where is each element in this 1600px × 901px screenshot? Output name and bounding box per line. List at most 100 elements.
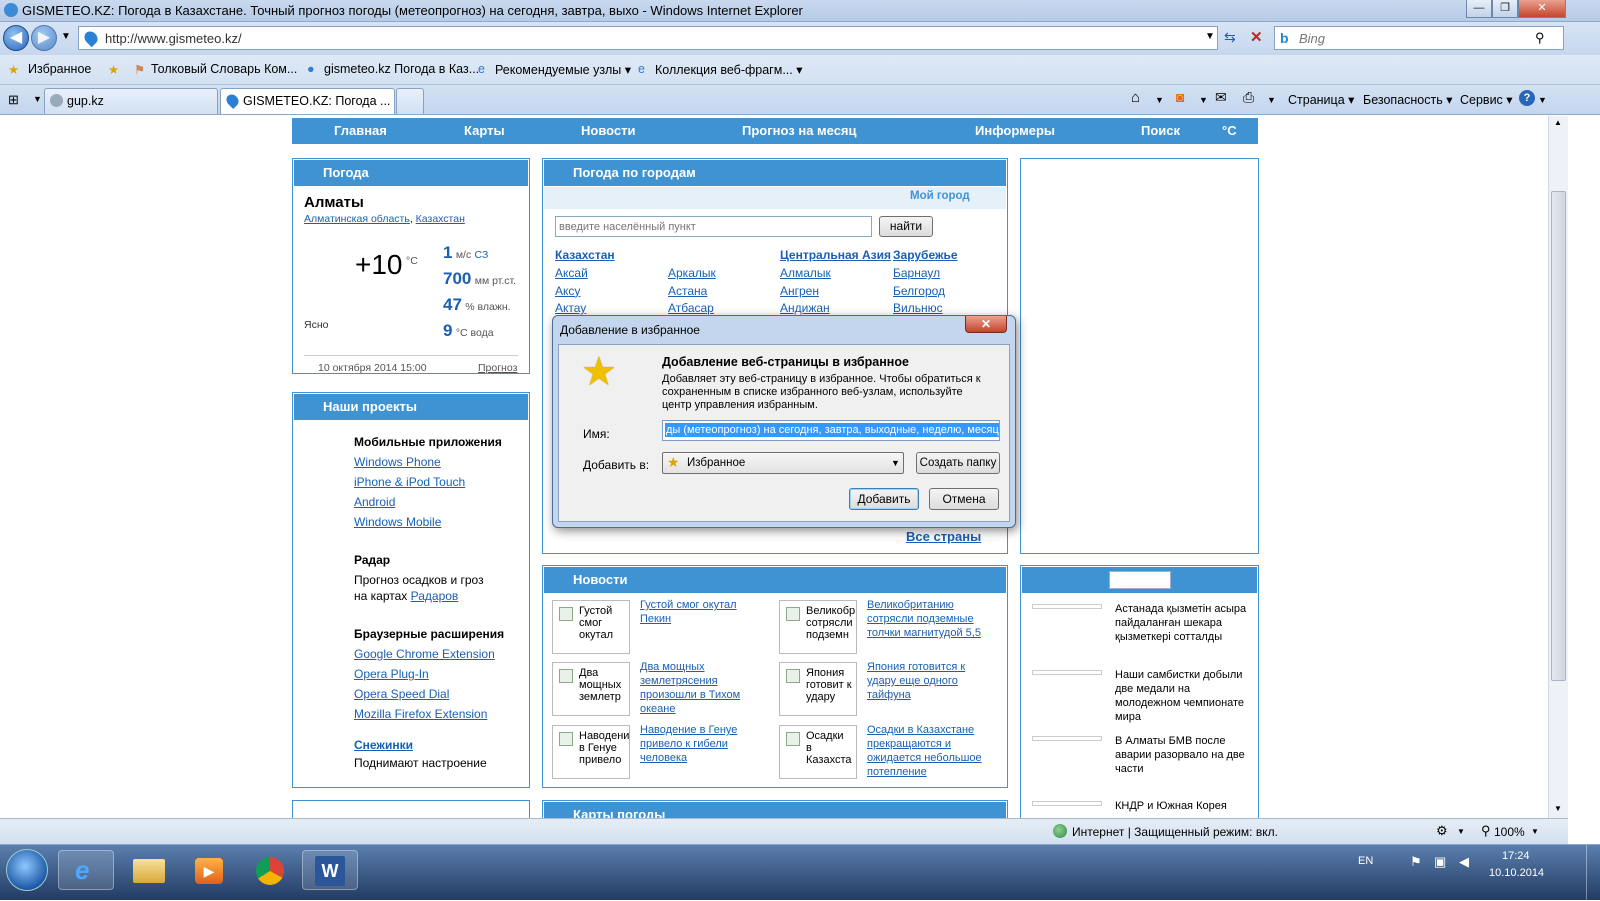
- language-indicator[interactable]: EN: [1358, 855, 1373, 867]
- favorite-link-suggested[interactable]: Рекомендуемые узлы ▾: [495, 62, 631, 77]
- back-button[interactable]: ◀: [3, 25, 29, 51]
- opera-speed-dial-link[interactable]: Opera Speed Dial: [354, 687, 449, 701]
- nav-home[interactable]: Главная: [334, 123, 387, 138]
- my-city-link[interactable]: Мой город: [910, 190, 970, 202]
- forecast-link[interactable]: Прогноз: [478, 362, 517, 374]
- new-folder-button[interactable]: Создать папку: [916, 452, 1000, 474]
- folder-select[interactable]: ★ Избранное ▼: [662, 452, 904, 474]
- city-link[interactable]: Аксу: [555, 283, 588, 301]
- taskbar-chrome-button[interactable]: [241, 850, 297, 890]
- city-link[interactable]: Белгород: [893, 283, 945, 301]
- home-dropdown-icon[interactable]: ▼: [1155, 95, 1164, 105]
- history-dropdown-icon[interactable]: ▼: [61, 31, 71, 42]
- search-icon[interactable]: ⚲: [1535, 30, 1545, 46]
- add-button[interactable]: Добавить: [849, 488, 919, 510]
- print-icon[interactable]: ⎙: [1243, 89, 1254, 106]
- name-input[interactable]: ды (метеопрогноз) на сегодня, завтра, вы…: [662, 420, 1000, 441]
- scrollbar-thumb[interactable]: [1551, 191, 1566, 681]
- forward-button[interactable]: ▶: [31, 25, 57, 51]
- nav-maps[interactable]: Карты: [464, 123, 505, 138]
- address-bar[interactable]: http://www.gismeteo.kz/ ▼: [78, 26, 1218, 50]
- scroll-down-icon[interactable]: ▼: [1554, 804, 1562, 813]
- iphone-link[interactable]: iPhone & iPod Touch: [354, 475, 465, 489]
- close-window-button[interactable]: ✕: [1518, 0, 1566, 18]
- nav-search[interactable]: Поиск: [1141, 123, 1180, 138]
- news-link[interactable]: Наводение в Генуе привело к гибели челов…: [640, 723, 750, 765]
- nav-month-forecast[interactable]: Прогноз на месяц: [742, 123, 857, 138]
- city-search-input[interactable]: [555, 216, 872, 237]
- taskbar-ie-button[interactable]: e: [58, 850, 114, 890]
- favorite-link-webslice[interactable]: Коллекция веб-фрагм... ▾: [655, 62, 803, 77]
- favorites-button[interactable]: Избранное: [28, 62, 91, 76]
- feeds-dropdown-icon[interactable]: ▼: [1199, 95, 1208, 105]
- city-link[interactable]: Аркалык: [668, 265, 716, 283]
- city-link[interactable]: Барнаул: [893, 265, 945, 283]
- nav-news[interactable]: Новости: [581, 123, 636, 138]
- windows-mobile-link[interactable]: Windows Mobile: [354, 515, 441, 529]
- clock-date[interactable]: 10.10.2014: [1489, 867, 1544, 879]
- firefox-extension-link[interactable]: Mozilla Firefox Extension: [354, 707, 487, 721]
- add-favorite-icon[interactable]: ★: [108, 62, 119, 77]
- tab-gismeteo[interactable]: GISMETEO.KZ: Погода ...: [220, 88, 395, 114]
- tab-gup[interactable]: gup.kz: [44, 88, 218, 114]
- news-thumbnail[interactable]: Осадки в Казахста: [779, 725, 857, 779]
- side-news-item[interactable]: В Алматы БМВ после аварии разорвало на д…: [1115, 734, 1253, 776]
- news-thumbnail[interactable]: Густой смог окутал: [552, 600, 630, 654]
- favorite-link-dictionary[interactable]: Толковый Словарь Ком...: [151, 62, 297, 76]
- clock-time[interactable]: 17:24: [1502, 850, 1530, 862]
- show-desktop-button[interactable]: [1586, 845, 1600, 901]
- search-box[interactable]: b Bing ⚲: [1274, 26, 1564, 50]
- address-dropdown-icon[interactable]: ▼: [1205, 31, 1215, 42]
- print-dropdown-icon[interactable]: ▼: [1267, 95, 1276, 105]
- news-link[interactable]: Густой смог окутал Пекин: [640, 598, 750, 626]
- city-link[interactable]: Ангрен: [780, 283, 831, 301]
- nav-units[interactable]: °C: [1222, 123, 1237, 138]
- news-link[interactable]: Япония готовится к удару еще одного тайф…: [867, 660, 977, 702]
- radar-link[interactable]: Радаров: [411, 589, 459, 603]
- kazakhstan-link[interactable]: Казахстан: [555, 248, 615, 262]
- help-dropdown-icon[interactable]: ▼: [1538, 95, 1547, 105]
- side-news-item[interactable]: Астанада қызметін асыра пайдаланған шека…: [1115, 602, 1253, 644]
- nav-informers[interactable]: Информеры: [975, 123, 1055, 138]
- vertical-scrollbar[interactable]: ▲ ▼: [1548, 116, 1568, 818]
- news-link[interactable]: Два мощных землетрясения произошли в Тих…: [640, 660, 750, 716]
- city-link[interactable]: Аксай: [555, 265, 588, 283]
- city-link[interactable]: Алмалык: [780, 265, 831, 283]
- news-thumbnail[interactable]: Великобр сотрясли подземн: [779, 600, 857, 654]
- zoom-level[interactable]: 100%: [1494, 825, 1525, 839]
- windows-phone-link[interactable]: Windows Phone: [354, 455, 441, 469]
- tab-list-dropdown-icon[interactable]: ▼: [33, 94, 42, 104]
- region-link[interactable]: Алматинская область: [304, 213, 410, 225]
- home-icon[interactable]: ⌂: [1131, 89, 1140, 106]
- android-link[interactable]: Android: [354, 495, 395, 509]
- side-news-item[interactable]: КНДР и Южная Корея: [1115, 799, 1253, 813]
- news-thumbnail[interactable]: Япония готовит к удару: [779, 662, 857, 716]
- minimize-button[interactable]: —: [1466, 0, 1492, 18]
- opera-plugin-link[interactable]: Opera Plug-In: [354, 667, 429, 681]
- news-thumbnail[interactable]: Два мощных землетр: [552, 662, 630, 716]
- zone-dropdown-icon[interactable]: ▼: [1457, 827, 1465, 836]
- page-menu[interactable]: Страница ▾: [1288, 92, 1354, 107]
- start-button[interactable]: [6, 849, 48, 891]
- find-button[interactable]: найти: [879, 216, 933, 237]
- central-asia-link[interactable]: Центральная Азия: [780, 248, 891, 262]
- help-icon[interactable]: ?: [1519, 90, 1535, 106]
- mail-icon[interactable]: ✉: [1215, 89, 1227, 106]
- taskbar-media-button[interactable]: ▶: [180, 850, 236, 890]
- protected-mode-icon[interactable]: ⚙: [1436, 823, 1448, 839]
- news-link[interactable]: Осадки в Казахстане прекращаются и ожида…: [867, 723, 987, 779]
- news-link[interactable]: Великобританию сотрясли подземные толчки…: [867, 598, 987, 640]
- dialog-close-button[interactable]: ✕: [965, 316, 1007, 333]
- taskbar-explorer-button[interactable]: [120, 850, 176, 890]
- security-zone-text[interactable]: Интернет | Защищенный режим: вкл.: [1072, 825, 1278, 839]
- scroll-up-icon[interactable]: ▲: [1554, 118, 1562, 127]
- country-link[interactable]: Казахстан: [416, 213, 465, 225]
- flag-icon[interactable]: ⚑: [1410, 854, 1422, 870]
- side-news-item[interactable]: Наши самбистки добыли две медали на моло…: [1115, 668, 1253, 724]
- stop-icon[interactable]: ✕: [1250, 28, 1263, 46]
- security-menu[interactable]: Безопасность ▾: [1363, 92, 1452, 107]
- zoom-icon[interactable]: ⚲: [1481, 823, 1491, 839]
- zoom-dropdown-icon[interactable]: ▼: [1531, 827, 1539, 836]
- quick-tabs-icon[interactable]: ⊞: [8, 92, 19, 108]
- cancel-button[interactable]: Отмена: [929, 488, 999, 510]
